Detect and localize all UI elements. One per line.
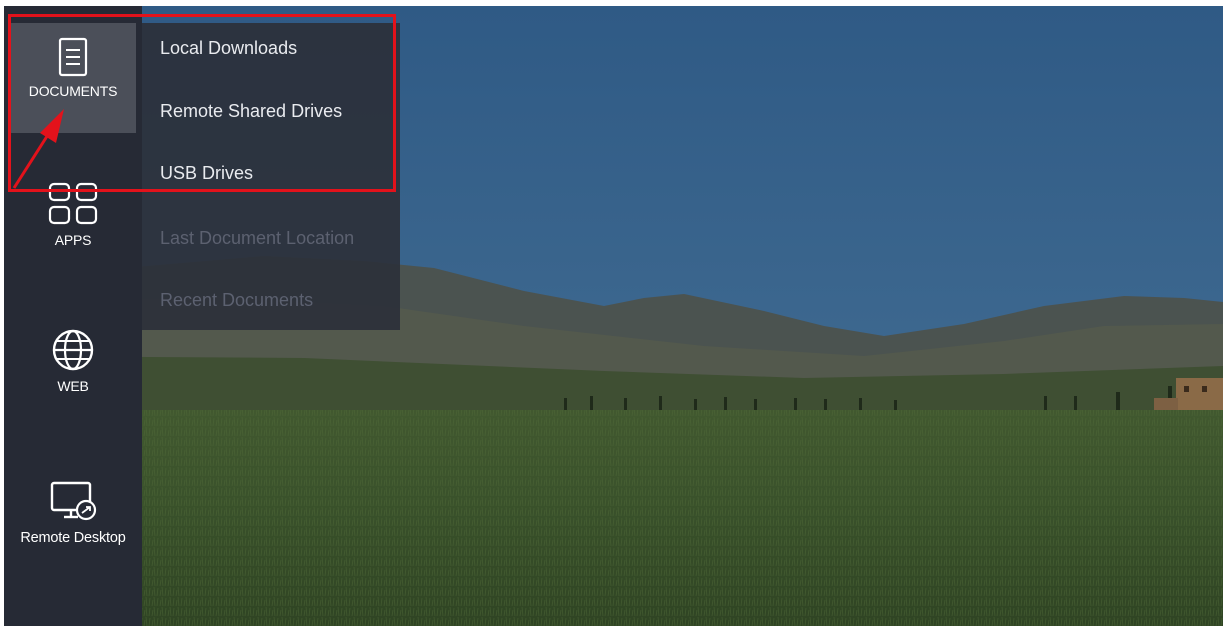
menu-item-usb-drives[interactable]: USB Drives <box>160 163 253 184</box>
sidebar-item-label: Remote Desktop <box>20 530 126 546</box>
desktop-screen: DOCUMENTS APPS WEB Remote Desktop Local … <box>4 6 1223 626</box>
remote-desktop-icon <box>50 481 97 521</box>
sidebar-item-label: WEB <box>57 378 89 394</box>
sidebar-item-documents[interactable]: DOCUMENTS <box>10 23 136 133</box>
sidebar-item-web[interactable]: WEB <box>10 328 136 418</box>
sidebar-item-remote-desktop[interactable]: Remote Desktop <box>10 480 136 570</box>
documents-flyout-menu: Local Downloads Remote Shared Drives USB… <box>142 23 400 330</box>
document-icon <box>58 37 88 77</box>
apps-grid-icon <box>48 182 98 225</box>
sidebar-item-apps[interactable]: APPS <box>10 182 136 272</box>
menu-item-local-downloads[interactable]: Local Downloads <box>160 38 297 59</box>
menu-item-remote-shared-drives[interactable]: Remote Shared Drives <box>160 101 342 122</box>
sidebar-item-label: APPS <box>54 232 92 248</box>
sidebar: DOCUMENTS APPS WEB Remote Desktop <box>4 6 142 626</box>
menu-item-last-document-location: Last Document Location <box>160 228 355 248</box>
sidebar-item-label: DOCUMENTS <box>28 83 118 99</box>
menu-item-recent-documents: Recent Documents <box>160 290 314 310</box>
globe-icon <box>52 329 94 371</box>
